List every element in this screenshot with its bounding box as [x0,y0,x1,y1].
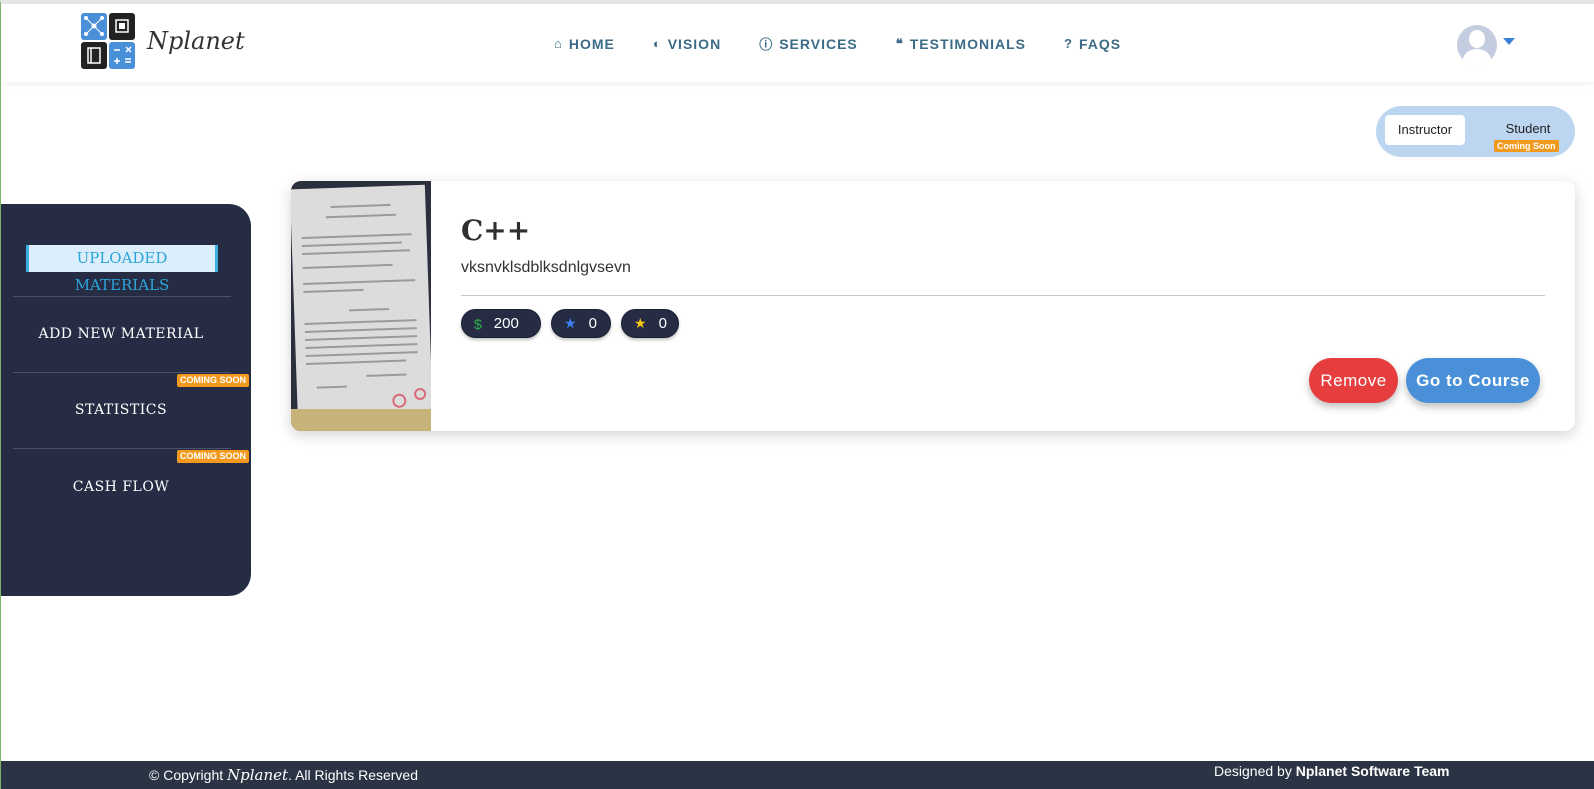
table-surface [291,409,431,431]
sidebar: UPLOADED MATERIALS ADD NEW MATERIAL COMI… [1,204,251,596]
footer-brand: Nplanet [227,766,289,784]
nplanet-logo[interactable] [81,13,136,70]
role-toggle: Instructor Student Coming Soon [1376,106,1575,157]
star-icon: ★ [564,315,577,331]
copyright-prefix: © Copyright [149,767,228,783]
brain-icon: ◐ [652,36,662,51]
chevron-down-icon[interactable] [1503,38,1515,45]
copyright-text: © Copyright Nplanet. All Rights Reserved [149,766,418,784]
network-icon [81,13,107,40]
star-icon: ★ [634,315,647,331]
course-title: C++ [461,214,531,247]
role-instructor-button[interactable]: Instructor [1385,115,1465,145]
footer: © Copyright Nplanet. All Rights Reserved… [1,761,1594,789]
dollar-icon: $ [474,315,482,332]
document-photo [291,184,431,428]
go-to-course-button[interactable]: Go to Course [1406,358,1540,403]
info-icon: ⓘ [759,37,774,52]
gold-rating-badge: ★ 0 [621,309,679,338]
book-icon [81,42,107,69]
brand-name[interactable]: Nplanet [147,27,245,55]
nav-label: SERVICES [779,35,858,52]
designed-by-text: Designed by Nplanet Software Team [1214,763,1450,779]
blue-rating-value: 0 [588,315,597,332]
coming-soon-badge: COMING SOON [177,374,250,387]
nav-home[interactable]: ⌂ HOME [554,34,615,53]
role-student-button[interactable]: Student [1488,121,1568,136]
user-avatar[interactable] [1457,25,1497,65]
remove-button[interactable]: Remove [1309,358,1398,403]
home-icon: ⌂ [554,36,563,51]
coming-soon-badge: COMING SOON [177,450,250,463]
price-value: 200 [493,315,519,332]
chip-icon [109,13,135,40]
sidebar-item-cash-flow[interactable]: CASH FLOW [1,479,241,495]
calculator-icon [109,42,135,69]
course-card: C++ vksnvklsdblksdnlgvsevn $ 200 ★ 0 ★ 0… [291,181,1575,431]
nav-label: VISION [667,35,722,52]
nav-label: TESTIMONIALS [909,35,1026,52]
nav-testimonials[interactable]: ❝ TESTIMONIALS [896,34,1026,53]
price-badge: $ 200 [461,309,541,338]
divider [13,296,231,297]
nav-services[interactable]: ⓘ SERVICES [759,34,858,53]
divider [461,295,1545,296]
designed-team[interactable]: Nplanet Software Team [1296,763,1450,779]
course-description: vksnvklsdblksdnlgvsevn [461,259,631,276]
nav-label: FAQS [1078,35,1122,52]
sidebar-item-add-new-material[interactable]: ADD NEW MATERIAL [1,326,241,342]
divider [13,372,231,373]
divider [13,448,231,449]
quote-icon: ❝ [895,35,904,51]
gold-rating-value: 0 [658,315,667,332]
nav-label: HOME [568,35,615,52]
nav-faqs[interactable]: ? FAQS [1064,34,1121,53]
question-icon: ? [1063,36,1073,51]
blue-rating-badge: ★ 0 [551,309,611,338]
designed-prefix: Designed by [1214,763,1296,779]
main-nav: ⌂ HOME ◐ VISION ⓘ SERVICES ❝ TESTIMONIAL… [554,34,1121,53]
copyright-suffix: . All Rights Reserved [288,767,419,783]
coming-soon-badge: Coming Soon [1494,140,1559,152]
nav-vision[interactable]: ◐ VISION [653,34,721,53]
course-thumbnail [291,181,431,431]
top-navbar: Nplanet ⌂ HOME ◐ VISION ⓘ SERVICES ❝ TES… [1,4,1594,82]
sidebar-item-statistics[interactable]: STATISTICS [1,402,241,418]
sidebar-item-uploaded-materials[interactable]: UPLOADED MATERIALS [26,245,218,294]
